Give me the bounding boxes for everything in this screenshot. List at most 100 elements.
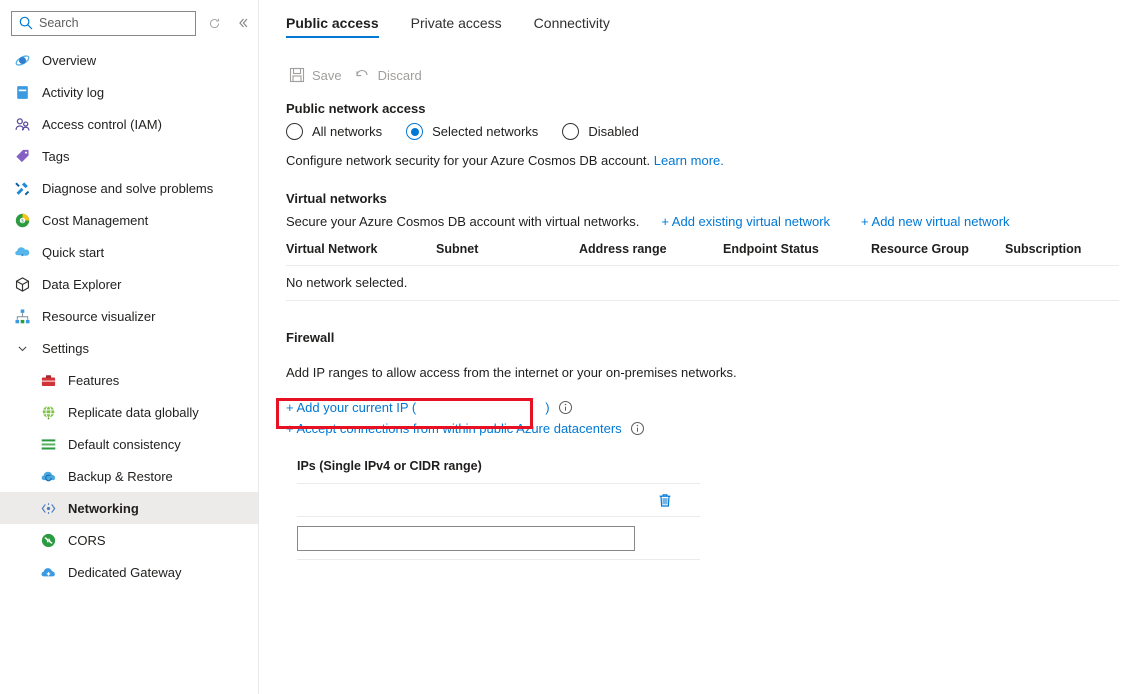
firewall-title: Firewall <box>286 330 1108 345</box>
firewall-description: Add IP ranges to allow access from the i… <box>286 365 1108 380</box>
info-icon[interactable] <box>630 421 645 436</box>
tab-label: Public access <box>286 15 379 31</box>
table-header-row: Virtual Network Subnet Address range End… <box>286 242 1119 266</box>
sidebar-item-tags[interactable]: Tags <box>0 140 258 172</box>
cors-icon <box>40 532 57 549</box>
collapse-menu-icon[interactable] <box>232 12 254 34</box>
tab-public-access[interactable]: Public access <box>286 2 393 44</box>
data-explorer-icon <box>14 276 31 293</box>
accept-azure-datacenters-row: + Accept connections from within public … <box>286 421 1108 436</box>
sidebar-item-label: Default consistency <box>68 436 181 453</box>
add-current-ip-link[interactable]: + Add your current IP () <box>286 400 550 415</box>
ip-range-input[interactable] <box>297 526 635 551</box>
sidebar-item-label: Dedicated Gateway <box>68 564 181 581</box>
tab-label: Private access <box>411 15 502 31</box>
radio-label: Disabled <box>588 124 639 139</box>
chevron-down-icon <box>14 340 31 357</box>
info-icon[interactable] <box>558 400 573 415</box>
sidebar-item-label: Diagnose and solve problems <box>42 180 213 197</box>
sidebar-item-networking[interactable]: Networking <box>0 492 258 524</box>
sidebar-item-resource-visualizer[interactable]: Resource visualizer <box>0 300 258 332</box>
activity-log-icon <box>14 84 31 101</box>
sidebar-item-label: Replicate data globally <box>68 404 199 421</box>
description-text: Configure network security for your Azur… <box>286 153 650 168</box>
sidebar-item-replicate-data-globally[interactable]: Replicate data globally <box>0 396 258 428</box>
sidebar-item-label: Tags <box>42 148 69 165</box>
diagnose-icon <box>14 180 31 197</box>
virtual-networks-actions-row: Secure your Azure Cosmos DB account with… <box>286 214 1108 229</box>
networking-icon <box>40 500 57 517</box>
radio-selected-networks[interactable]: Selected networks <box>406 123 538 140</box>
sidebar-item-default-consistency[interactable]: Default consistency <box>0 428 258 460</box>
column-endpoint-status: Endpoint Status <box>723 242 871 266</box>
sidebar-item-label: Resource visualizer <box>42 308 155 325</box>
sidebar-item-overview[interactable]: Overview <box>0 44 258 76</box>
sidebar-item-activity-log[interactable]: Activity log <box>0 76 258 108</box>
radio-label: Selected networks <box>432 124 538 139</box>
empty-state-message: No network selected. <box>286 266 1119 301</box>
sidebar-item-diagnose-and-solve-problems[interactable]: Diagnose and solve problems <box>0 172 258 204</box>
radio-disabled[interactable]: Disabled <box>562 123 639 140</box>
column-resource-group: Resource Group <box>871 242 1005 266</box>
add-current-ip-row: + Add your current IP () <box>286 400 1108 415</box>
table-row <box>297 483 700 516</box>
sidebar-item-quick-start[interactable]: Quick start <box>0 236 258 268</box>
learn-more-link[interactable]: Learn more. <box>654 153 724 168</box>
search-box[interactable] <box>11 11 196 36</box>
save-button[interactable]: Save <box>286 60 352 90</box>
column-subnet: Subnet <box>436 242 579 266</box>
sidebar-item-label: CORS <box>68 532 106 549</box>
public-network-access-title: Public network access <box>286 101 1108 116</box>
add-current-ip-prefix: + Add your current IP ( <box>286 400 416 415</box>
sidebar-item-label: Cost Management <box>42 212 148 229</box>
virtual-networks-title: Virtual networks <box>286 191 1108 206</box>
radio-circle <box>286 123 303 140</box>
sidebar-item-settings[interactable]: Settings <box>0 332 258 364</box>
tab-connectivity[interactable]: Connectivity <box>520 2 624 44</box>
table-row: No network selected. <box>286 266 1119 301</box>
dedicated-gateway-icon <box>40 564 57 581</box>
discard-icon <box>354 67 371 84</box>
search-input[interactable] <box>39 13 184 34</box>
tab-private-access[interactable]: Private access <box>397 2 516 44</box>
add-new-virtual-network-link[interactable]: + Add new virtual network <box>861 214 1010 229</box>
refresh-icon[interactable] <box>203 12 225 34</box>
public-network-access-radiogroup: All networks Selected networks Disabled <box>286 123 1108 140</box>
sidebar-item-features[interactable]: Features <box>0 364 258 396</box>
ip-input-row <box>297 516 700 560</box>
resource-visualizer-icon <box>14 308 31 325</box>
accept-azure-datacenters-link[interactable]: + Accept connections from within public … <box>286 421 622 436</box>
sidebar-item-backup-restore[interactable]: Backup & Restore <box>0 460 258 492</box>
overview-icon <box>14 52 31 69</box>
sidebar-item-cors[interactable]: CORS <box>0 524 258 556</box>
sidebar-item-cost-management[interactable]: $ Cost Management <box>0 204 258 236</box>
sidebar-item-label: Access control (IAM) <box>42 116 162 133</box>
trash-icon[interactable] <box>657 492 673 509</box>
sidebar-item-label: Quick start <box>42 244 104 261</box>
sidebar-item-dedicated-gateway[interactable]: Dedicated Gateway <box>0 556 258 588</box>
backup-restore-icon <box>40 468 57 485</box>
tags-icon <box>14 148 31 165</box>
sidebar-item-label: Settings <box>42 340 89 357</box>
discard-button[interactable]: Discard <box>352 60 432 90</box>
discard-label: Discard <box>378 68 422 83</box>
radio-all-networks[interactable]: All networks <box>286 123 382 140</box>
search-icon <box>18 15 34 31</box>
sidebar-item-label: Backup & Restore <box>68 468 173 485</box>
add-existing-virtual-network-link[interactable]: + Add existing virtual network <box>661 214 830 229</box>
sidebar-item-label: Networking <box>68 500 139 517</box>
sidebar-item-label: Features <box>68 372 119 389</box>
public-network-access-description: Configure network security for your Azur… <box>286 151 1108 170</box>
radio-circle <box>406 123 423 140</box>
cost-management-icon: $ <box>14 212 31 229</box>
content-area: Public network access All networks Select… <box>259 101 1126 560</box>
replicate-globally-icon <box>40 404 57 421</box>
command-bar: Save Discard <box>259 58 1126 92</box>
virtual-networks-description: Secure your Azure Cosmos DB account with… <box>286 214 639 229</box>
sidebar-item-data-explorer[interactable]: Data Explorer <box>0 268 258 300</box>
save-label: Save <box>312 68 342 83</box>
save-icon <box>288 67 305 84</box>
sidebar-item-access-control-iam[interactable]: Access control (IAM) <box>0 108 258 140</box>
sidebar-item-label: Overview <box>42 52 96 69</box>
column-virtual-network: Virtual Network <box>286 242 436 266</box>
